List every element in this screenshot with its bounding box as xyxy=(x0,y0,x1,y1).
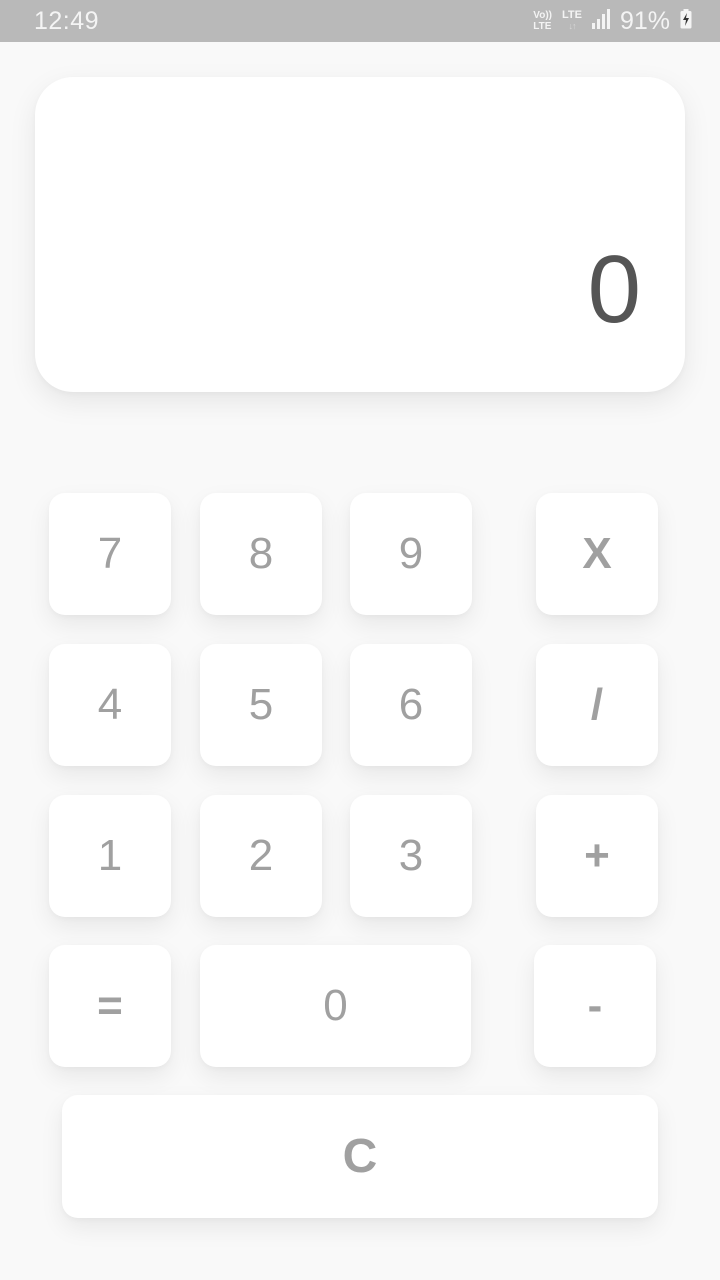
minus-button[interactable]: - xyxy=(534,945,656,1067)
key-8[interactable]: 8 xyxy=(200,493,322,615)
status-time: 12:49 xyxy=(34,7,100,35)
battery-charging-icon xyxy=(680,8,692,34)
lte-label: LTE xyxy=(561,9,582,21)
key-9[interactable]: 9 xyxy=(350,493,472,615)
status-indicators: Vo)) LTE LTE ↓↑ 91% xyxy=(533,0,692,42)
equals-button[interactable]: = xyxy=(49,945,171,1067)
key-2[interactable]: 2 xyxy=(200,795,322,917)
key-4[interactable]: 4 xyxy=(49,644,171,766)
plus-button[interactable]: + xyxy=(536,795,658,917)
key-7[interactable]: 7 xyxy=(49,493,171,615)
multiply-button[interactable]: X xyxy=(536,493,658,615)
volte-indicator: Vo)) LTE xyxy=(533,10,552,32)
data-arrows-icon: ↓↑ xyxy=(568,21,576,31)
divide-button[interactable]: / xyxy=(536,644,658,766)
key-0[interactable]: 0 xyxy=(200,945,471,1067)
calculator-display: 0 xyxy=(35,77,685,392)
key-5[interactable]: 5 xyxy=(200,644,322,766)
key-3[interactable]: 3 xyxy=(350,795,472,917)
key-1[interactable]: 1 xyxy=(49,795,171,917)
lte-indicator: LTE ↓↑ xyxy=(562,10,582,32)
key-6[interactable]: 6 xyxy=(350,644,472,766)
volte-bottom-label: LTE xyxy=(533,21,552,32)
volte-top-label: Vo)) xyxy=(533,10,552,21)
battery-percent: 91% xyxy=(619,6,670,35)
clear-button[interactable]: C xyxy=(62,1095,658,1218)
signal-icon xyxy=(591,8,610,34)
status-bar: 12:49 Vo)) LTE LTE ↓↑ 91% xyxy=(0,0,720,42)
display-value: 0 xyxy=(587,236,641,343)
